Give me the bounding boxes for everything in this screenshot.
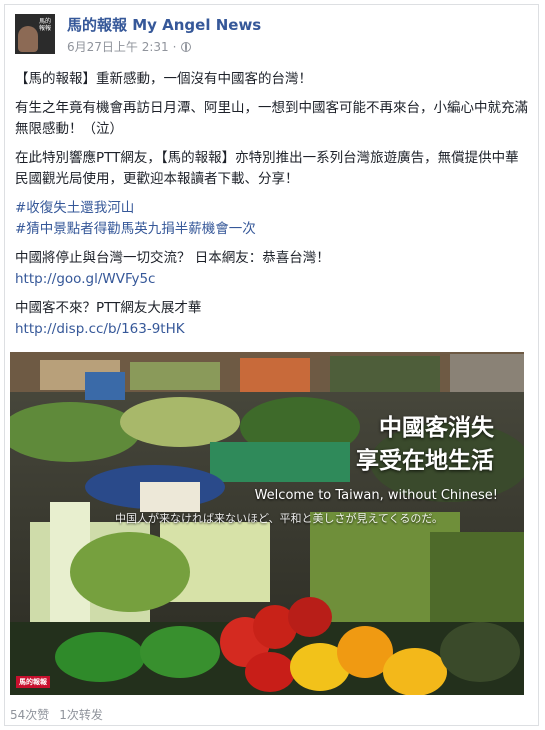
hashtag-link[interactable]: #猜中景點者得勸馬英九捐半薪機會一次	[15, 219, 530, 240]
news1-title: 中國將停止與台灣一切交流？ 日本網友：恭喜台灣！	[15, 250, 330, 266]
avatar-portrait	[18, 26, 38, 52]
image-headline-line2: 享受在地生活	[356, 448, 494, 474]
news2-title: 中國客不來？PTT網友大展才華	[15, 300, 202, 316]
post-paragraph-3: 在此特別響應PTT網友，【馬的報報】亦特別推出一系列台灣旅遊廣告，無償提供中華民…	[15, 150, 519, 187]
page-avatar[interactable]: 馬的報報	[15, 14, 55, 54]
post-body: 【馬的報報】重新感動，一個沒有中國客的台灣！ 有生之年竟有機會再訪日月潭、阿里山…	[15, 69, 530, 340]
post-stats: 54次赞 1次转发	[10, 706, 103, 723]
avatar-text: 馬的報報	[39, 18, 52, 32]
post-image[interactable]: 中國客消失 享受在地生活 Welcome to Taiwan, without …	[10, 352, 524, 695]
page-name-link[interactable]: 馬的報報 My Angel News	[67, 14, 261, 35]
dot-separator: ·	[172, 39, 177, 54]
image-headline: 中國客消失 享受在地生活	[356, 412, 494, 478]
shares-count[interactable]: 1次转发	[59, 706, 103, 723]
hashtag-link[interactable]: #收復失土還我河山	[15, 198, 530, 219]
globe-icon[interactable]	[180, 41, 191, 52]
news1-link[interactable]: http://goo.gl/WVFy5c	[15, 269, 530, 290]
image-logo-stamp: 馬的報報	[16, 676, 50, 688]
image-headline-line1: 中國客消失	[379, 415, 494, 441]
post-timestamp[interactable]: 6月27日上午 2:31	[67, 38, 169, 55]
post-paragraph-1: 【馬的報報】重新感動，一個沒有中國客的台灣！	[15, 71, 312, 87]
post-paragraph-2: 有生之年竟有機會再訪日月潭、阿里山，一想到中國客可能不再來台，小編心中就充滿無限…	[15, 100, 528, 137]
post-meta: 6月27日上午 2:31 ·	[67, 38, 191, 55]
image-japanese-caption: 中国人が来なければ来ないほど、平和と美しさが見えてくるのだ。	[115, 512, 444, 525]
news2-link[interactable]: http://disp.cc/b/163-9tHK	[15, 319, 530, 340]
hashtag-list: #收復失土還我河山 #猜中景點者得勸馬英九捐半薪機會一次	[15, 198, 530, 240]
image-english-caption: Welcome to Taiwan, without Chinese!	[254, 488, 498, 503]
likes-count[interactable]: 54次赞	[10, 706, 49, 723]
